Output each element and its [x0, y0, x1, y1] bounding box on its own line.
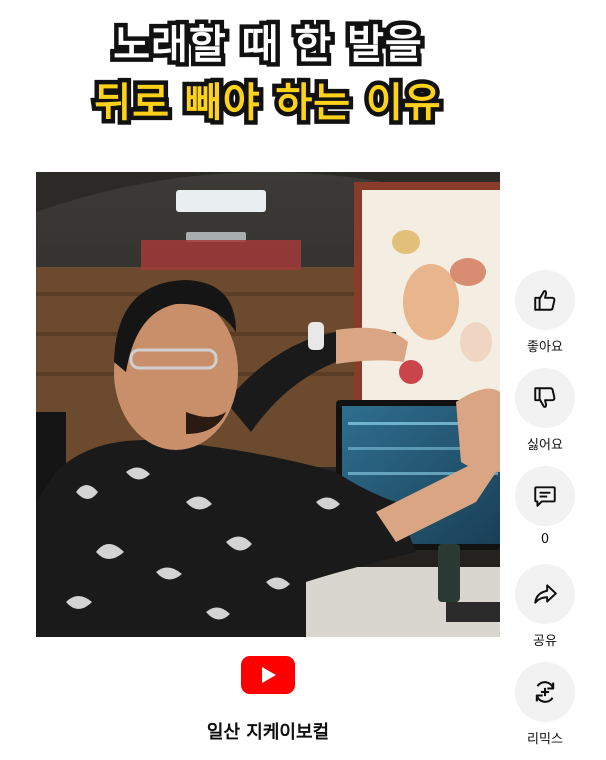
- remix-label: 리믹스: [527, 732, 563, 747]
- shorts-page: 노래할 때 한 발을 뒤로 빼야 하는 이유 일산 지케이보컬 좋아요 싫어요 …: [0, 0, 606, 760]
- share-button[interactable]: 공유: [515, 564, 575, 662]
- like-label: 좋아요: [527, 340, 563, 355]
- share-label: 공유: [533, 634, 557, 649]
- share-button-circle[interactable]: [515, 564, 575, 624]
- title-line-1: 노래할 때 한 발을: [109, 18, 426, 73]
- dislike-button-circle[interactable]: [515, 368, 575, 428]
- video-title-overlay: 노래할 때 한 발을 뒤로 빼야 하는 이유: [36, 18, 500, 131]
- like-button-circle[interactable]: [515, 270, 575, 330]
- channel-name[interactable]: 일산 지케이보컬: [36, 718, 500, 744]
- dislike-button[interactable]: 싫어요: [515, 368, 575, 466]
- remix-icon: [535, 681, 555, 703]
- comments-count: 0: [540, 532, 550, 547]
- remix-button[interactable]: 리믹스: [515, 662, 575, 760]
- dislike-label: 싫어요: [527, 438, 563, 453]
- channel-info: 일산 지케이보컬: [36, 656, 500, 744]
- action-bar: 좋아요 싫어요 0 공유 리믹스: [515, 270, 575, 760]
- video-frame[interactable]: [36, 172, 500, 637]
- thumbs-up-icon: [534, 290, 556, 311]
- remix-button-circle[interactable]: [515, 662, 575, 722]
- title-line-2: 뒤로 빼야 하는 이유: [90, 76, 445, 131]
- comment-icon: [534, 486, 556, 507]
- video-still-image: [36, 172, 500, 637]
- share-arrow-icon: [534, 584, 557, 604]
- short-video-player[interactable]: 노래할 때 한 발을 뒤로 빼야 하는 이유 일산 지케이보컬: [36, 0, 500, 760]
- like-button[interactable]: 좋아요: [515, 270, 575, 368]
- thumbs-down-icon: [534, 387, 556, 408]
- comments-button-circle[interactable]: [515, 466, 575, 526]
- youtube-play-icon[interactable]: [241, 656, 295, 694]
- comments-button[interactable]: 0: [515, 466, 575, 564]
